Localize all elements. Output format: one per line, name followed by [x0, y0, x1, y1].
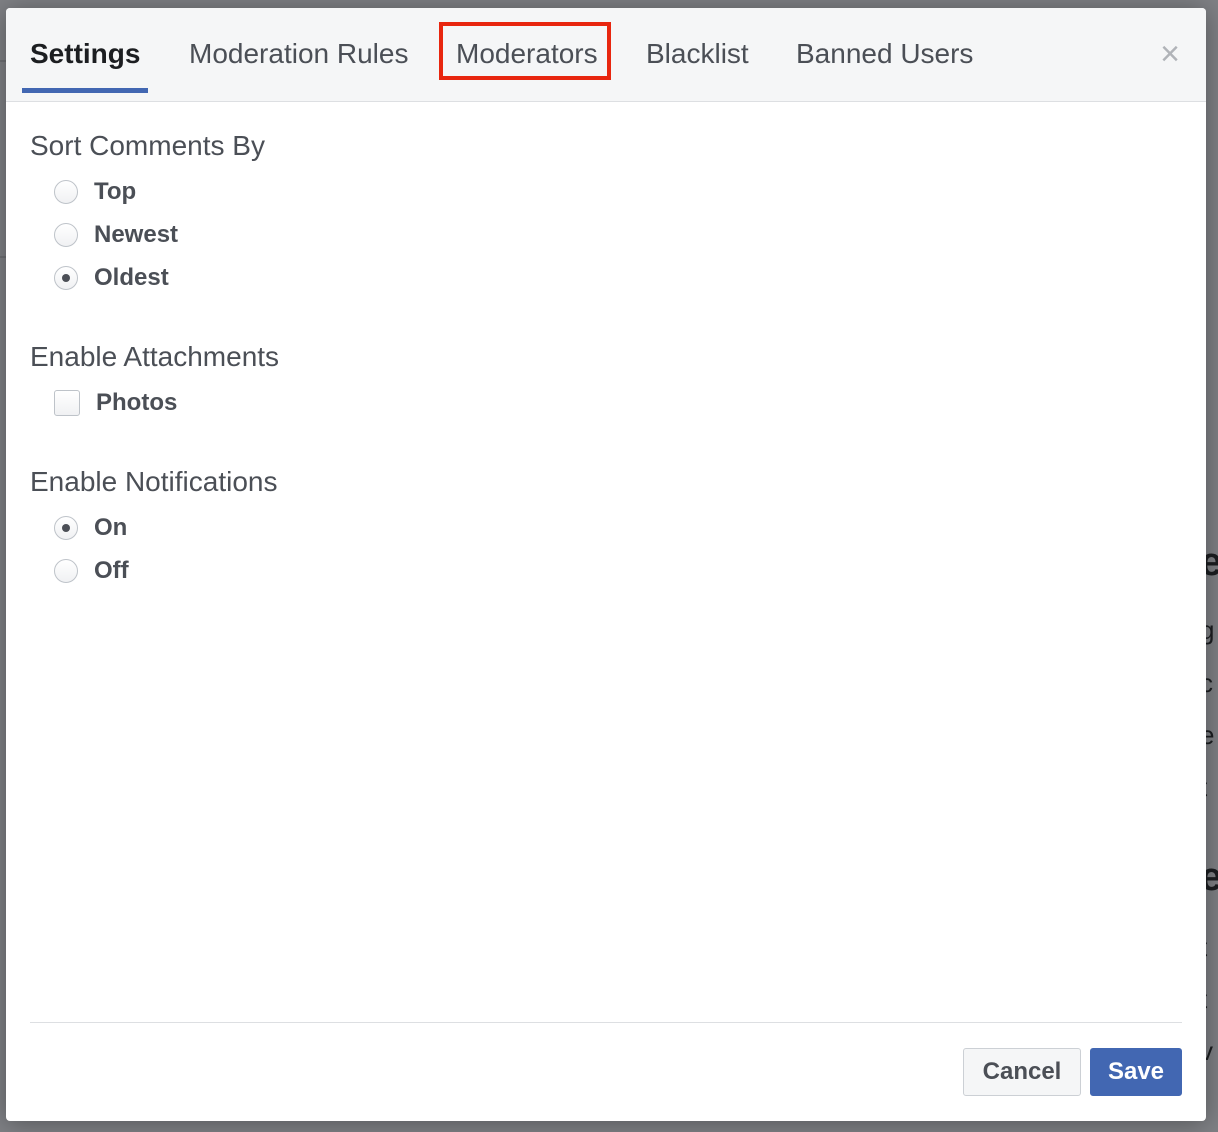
- tab-moderation-rules[interactable]: Moderation Rules: [189, 36, 408, 72]
- comment-settings-dialog: Settings Moderation Rules Moderators Bla…: [6, 8, 1206, 1121]
- radio-button[interactable]: [54, 180, 78, 204]
- checkbox[interactable]: [54, 390, 80, 416]
- radio-button[interactable]: [54, 559, 78, 583]
- notification-option-on[interactable]: On: [54, 512, 127, 544]
- active-tab-indicator: [22, 88, 148, 93]
- sort-option-oldest[interactable]: Oldest: [54, 262, 169, 294]
- attachment-option-photos[interactable]: Photos: [54, 387, 177, 419]
- radio-button[interactable]: [54, 223, 78, 247]
- tab-moderators[interactable]: Moderators: [456, 36, 598, 72]
- footer-divider: [30, 1022, 1182, 1023]
- sort-comments-title: Sort Comments By: [30, 130, 265, 161]
- option-label: Newest: [94, 221, 179, 248]
- option-label: On: [94, 514, 128, 541]
- sort-option-top[interactable]: Top: [54, 176, 136, 208]
- tab-banned-users[interactable]: Banned Users: [796, 36, 973, 72]
- option-label: Photos: [96, 389, 178, 416]
- tab-bar: Settings Moderation Rules Moderators Bla…: [6, 8, 1206, 102]
- radio-button-selected[interactable]: [54, 266, 78, 290]
- radio-button-selected[interactable]: [54, 516, 78, 540]
- option-label: Off: [94, 557, 129, 584]
- enable-notifications-title: Enable Notifications: [30, 466, 278, 497]
- tab-settings[interactable]: Settings: [30, 36, 140, 72]
- notification-option-off[interactable]: Off: [54, 555, 129, 587]
- option-label: Oldest: [94, 264, 169, 291]
- tab-blacklist[interactable]: Blacklist: [646, 36, 749, 72]
- sort-option-newest[interactable]: Newest: [54, 219, 178, 251]
- enable-attachments-title: Enable Attachments: [30, 341, 280, 372]
- close-icon[interactable]: ×: [1152, 36, 1188, 72]
- save-button[interactable]: Save: [1090, 1048, 1182, 1096]
- cancel-button[interactable]: Cancel: [963, 1048, 1081, 1096]
- option-label: Top: [94, 178, 137, 205]
